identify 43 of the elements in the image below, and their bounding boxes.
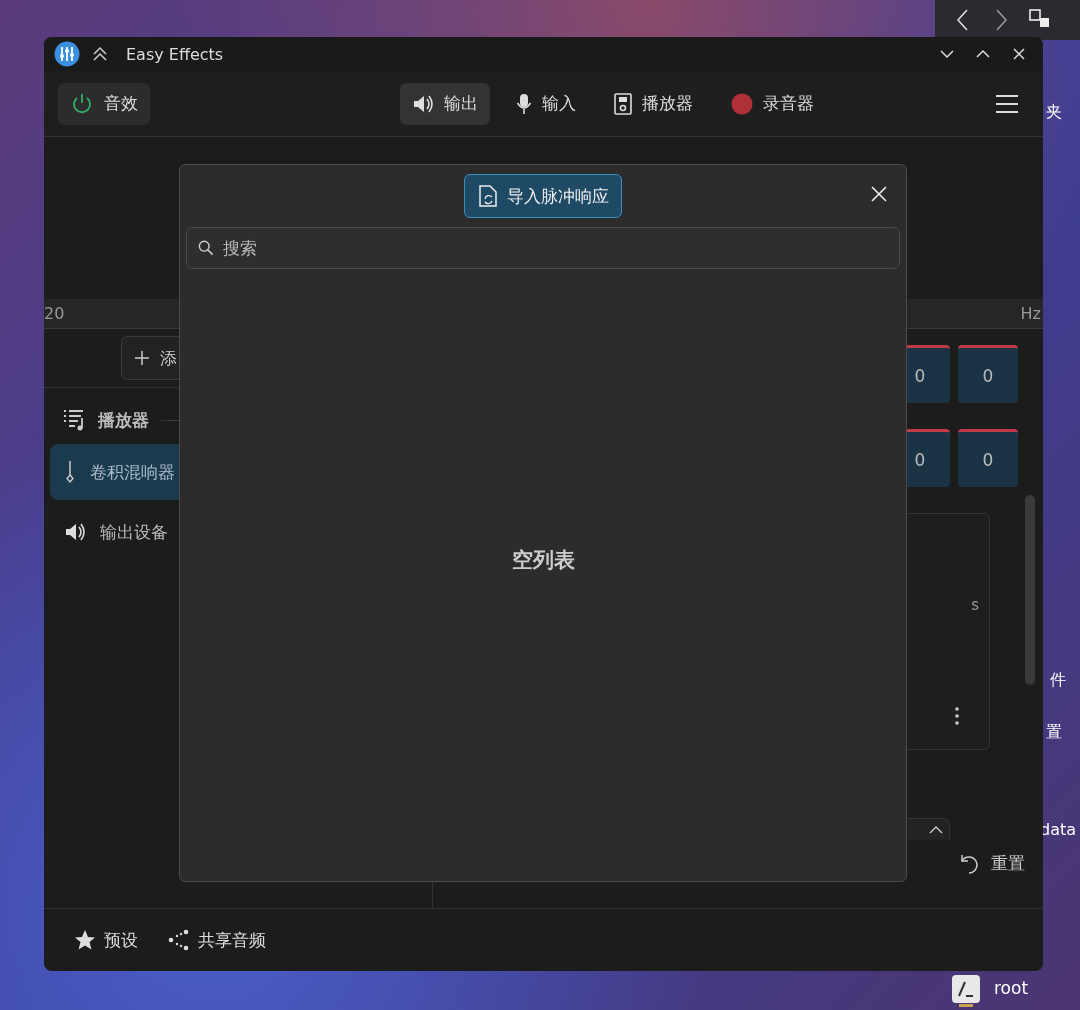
close-icon[interactable] [1011,46,1027,62]
more-options-icon[interactable] [955,707,959,725]
plugin-icon [64,460,76,484]
footer-button[interactable]: 共享音频 [164,924,270,956]
scrollbar[interactable] [1025,495,1035,685]
star-icon [74,929,96,951]
reset-button[interactable]: 重置 [955,848,1029,879]
tab[interactable]: 输入 [503,82,588,125]
menu-icon[interactable] [995,93,1019,114]
import-button[interactable]: 导入脉冲响应 [464,174,622,218]
search-field[interactable]: 搜索 [186,227,900,269]
effects-toggle-button[interactable]: 音效 [58,82,150,125]
unit-label: s [971,596,979,614]
desktop-label: 置 [1046,722,1062,743]
tab[interactable]: 播放器 [601,82,705,125]
level-value: 0 [958,345,1018,403]
undo-icon [959,852,981,875]
playlist-icon [62,408,86,432]
desktop-label: 夹 [1046,102,1062,123]
tab[interactable]: 输出 [399,82,490,125]
media-player-icon [613,92,632,115]
file-import-icon [479,185,497,207]
footer-button[interactable]: 预设 [70,924,142,956]
terminal-icon[interactable] [951,974,981,1008]
axis-label: Hz [1020,304,1041,323]
share-icon [168,929,190,951]
sidebar-item[interactable]: 输出设备 [50,504,426,560]
microphone-icon [515,92,532,115]
record-icon [730,92,753,115]
plus-icon [134,350,150,366]
tab[interactable]: 录音器 [718,82,826,125]
desktop-label: 件 [1050,670,1066,691]
keep-above-icon[interactable] [92,46,108,62]
window-title: Easy Effects [126,44,224,64]
caret-icon [929,825,943,834]
level-value: 0 [958,429,1018,487]
empty-list-message: 空列表 [511,547,575,574]
close-icon[interactable] [870,185,888,203]
speaker-icon [64,521,86,543]
app-icon [54,41,80,67]
axis-label: 20 [44,304,65,323]
section-heading: 播放器 [98,408,149,432]
user-label: root [994,978,1029,998]
